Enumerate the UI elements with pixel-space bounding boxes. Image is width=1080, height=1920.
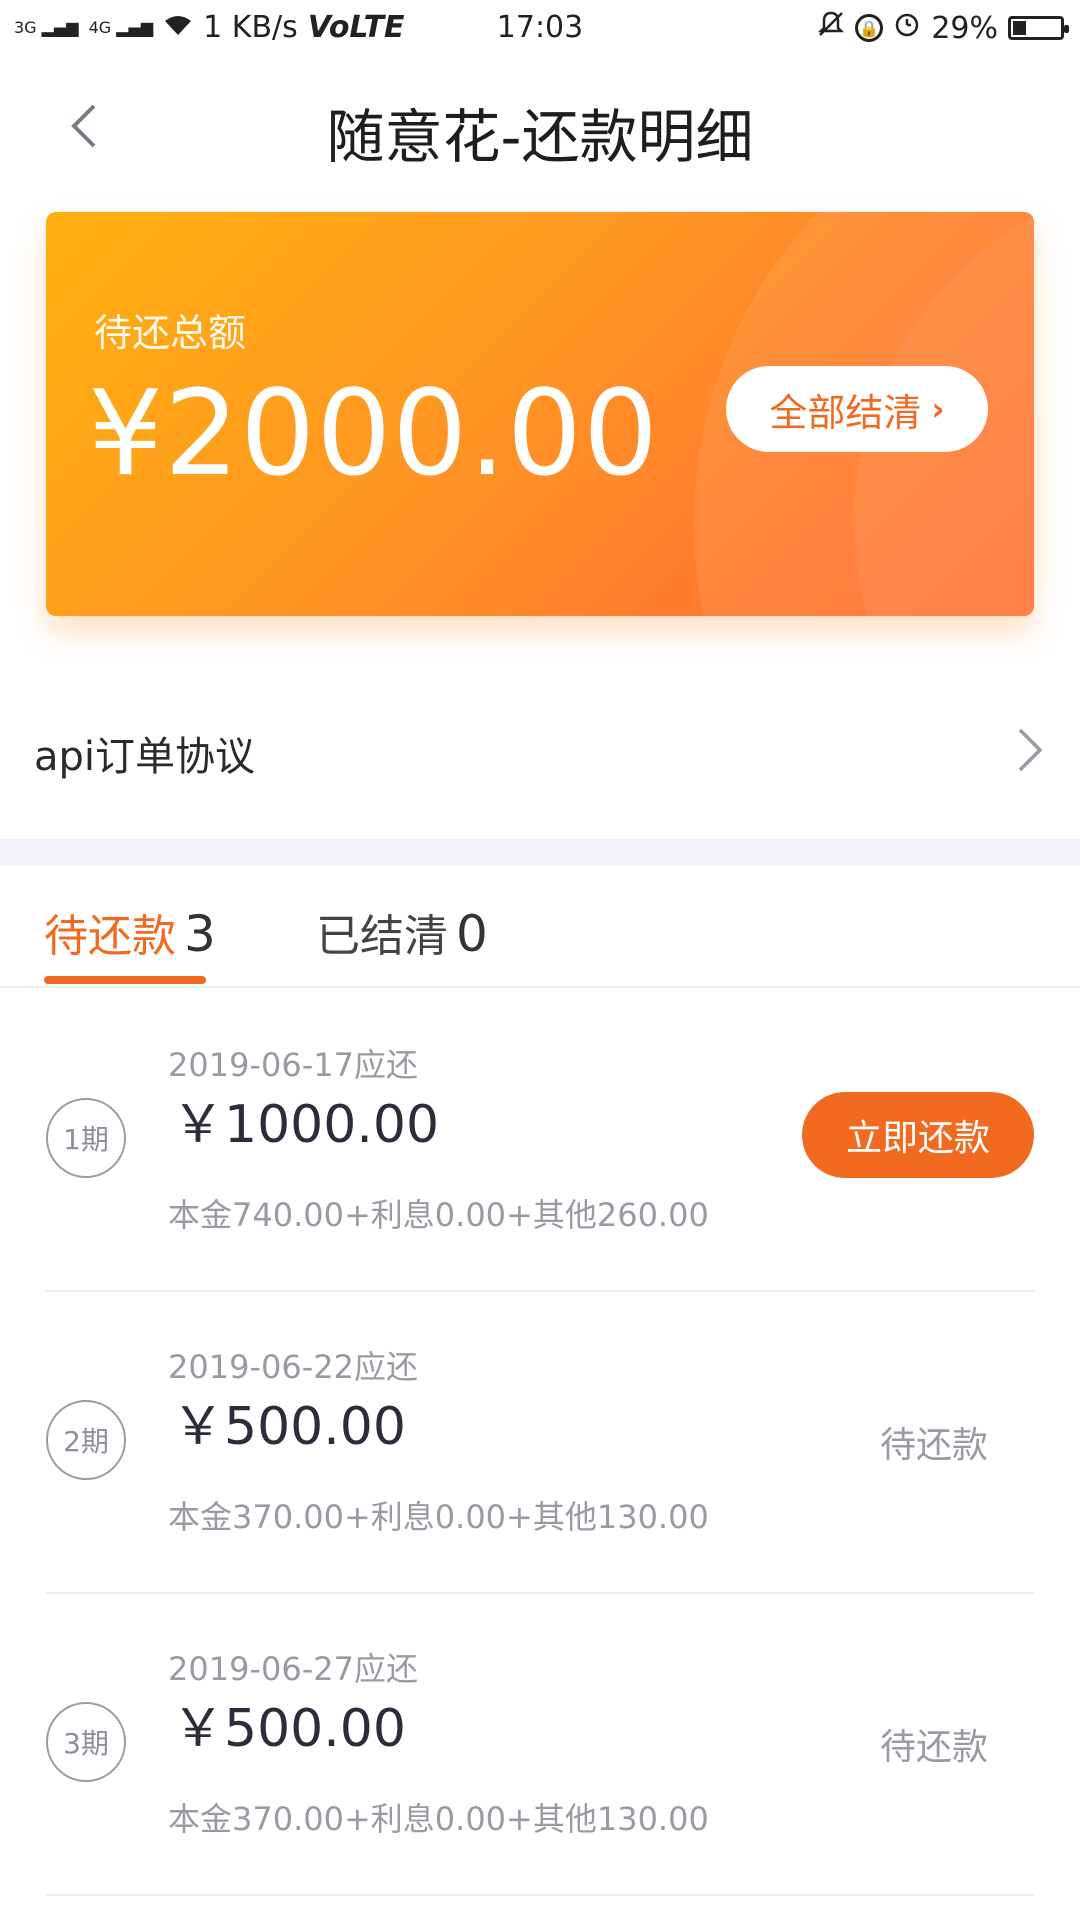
period-badge: 2期 — [46, 1400, 126, 1480]
chevron-right-icon — [1018, 728, 1043, 772]
header: 随意花-还款明细 — [0, 56, 1080, 196]
active-tab-indicator — [44, 976, 206, 984]
total-due-card: 待还总额 ¥2000.00 全部结清 › — [46, 212, 1034, 616]
section-divider — [0, 838, 1080, 866]
installment-list: 1期 2019-06-17应还 ￥1000.00 本金740.00+利息0.00… — [0, 990, 1080, 1896]
page-title: 随意花-还款明细 — [326, 103, 754, 171]
battery-icon — [1008, 16, 1069, 40]
tab-settled-count: 0 — [456, 905, 488, 963]
tab-settled[interactable]: 已结清 0 — [316, 900, 488, 964]
installment-amount: ￥500.00 — [172, 1397, 406, 1457]
installment-amount: ￥1000.00 — [172, 1095, 440, 1155]
tab-bar: 待还款 3 已结清 0 — [0, 866, 1080, 988]
status-text: 待还款 — [879, 1425, 988, 1466]
status-right: 🔒 29% — [817, 10, 1069, 46]
status-bar: 3G ▂▄▆ 4G ▂▄▆ 1 KB/s VoLTE 17:03 🔒 29% — [0, 0, 1080, 56]
battery-level — [1013, 21, 1027, 35]
agreement-label: api订单协议 — [34, 734, 256, 780]
due-date: 2019-06-27应还 — [168, 1650, 418, 1688]
due-date: 2019-06-22应还 — [168, 1348, 418, 1386]
tab-settled-label: 已结清 — [316, 911, 448, 962]
battery-percent: 29% — [931, 10, 998, 46]
tab-pending[interactable]: 待还款 3 — [44, 900, 216, 964]
tab-pending-label: 待还款 — [44, 911, 176, 962]
installment-row: 1期 2019-06-17应还 ￥1000.00 本金740.00+利息0.00… — [0, 990, 1080, 1292]
row-divider — [46, 1894, 1034, 1896]
period-badge: 3期 — [46, 1702, 126, 1782]
total-due-label: 待还总额 — [94, 311, 247, 355]
agreement-row[interactable]: api订单协议 — [0, 690, 1080, 810]
settle-all-button[interactable]: 全部结清 › — [726, 366, 988, 452]
chevron-right-icon: › — [931, 390, 945, 428]
amount-breakdown: 本金740.00+利息0.00+其他260.00 — [168, 1196, 709, 1234]
period-badge: 1期 — [46, 1098, 126, 1178]
total-due-amount: ¥2000.00 — [88, 364, 660, 502]
amount-breakdown: 本金370.00+利息0.00+其他130.00 — [168, 1498, 709, 1536]
tab-pending-count: 3 — [184, 905, 216, 963]
installment-row: 3期 2019-06-27应还 ￥500.00 本金370.00+利息0.00+… — [0, 1594, 1080, 1896]
status-text: 待还款 — [879, 1727, 988, 1768]
settle-all-label: 全部结清 — [769, 390, 922, 435]
rotation-lock-icon: 🔒 — [855, 14, 884, 42]
amount-breakdown: 本金370.00+利息0.00+其他130.00 — [168, 1800, 709, 1838]
mute-icon — [817, 10, 845, 46]
installment-amount: ￥500.00 — [172, 1699, 406, 1759]
due-date: 2019-06-17应还 — [168, 1046, 418, 1084]
installment-row: 2期 2019-06-22应还 ￥500.00 本金370.00+利息0.00+… — [0, 1292, 1080, 1594]
pay-now-button[interactable]: 立即还款 — [802, 1092, 1034, 1178]
alarm-icon — [893, 10, 921, 46]
